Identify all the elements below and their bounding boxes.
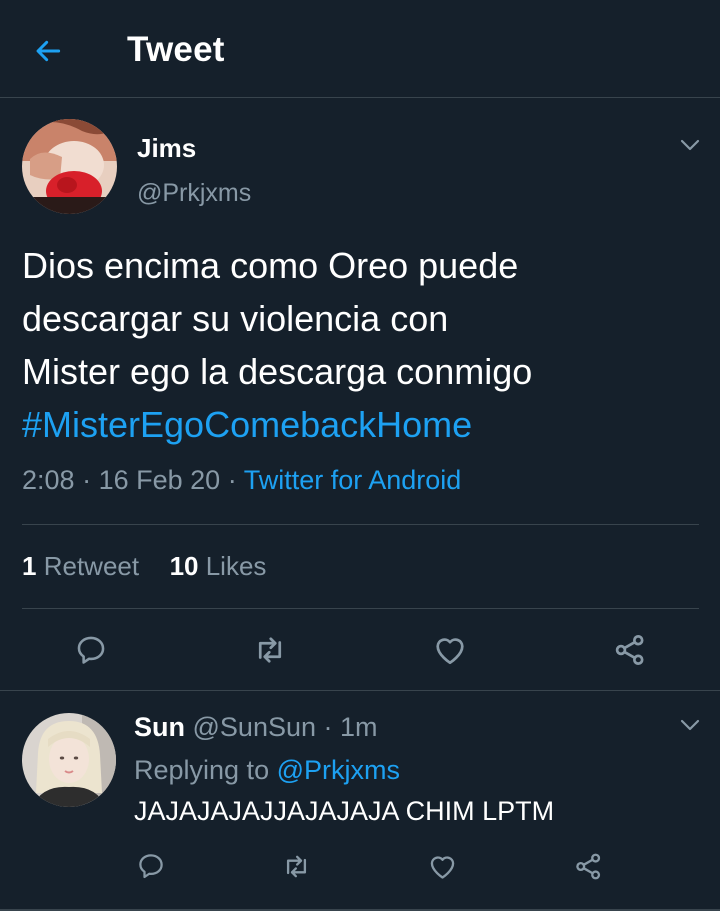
replying-prefix: Replying to xyxy=(134,755,270,785)
like-button[interactable] xyxy=(424,848,460,884)
retweet-button[interactable] xyxy=(249,629,291,671)
retweets-label: Retweet xyxy=(43,551,140,581)
share-icon xyxy=(575,853,600,879)
chevron-down-icon[interactable] xyxy=(679,718,701,732)
author-handle[interactable]: @Prkjxms xyxy=(137,179,251,208)
like-icon xyxy=(436,638,464,665)
share-icon xyxy=(615,635,644,665)
likes-count: 10 xyxy=(169,551,199,581)
top-bar: Tweet xyxy=(0,0,720,98)
tweet-time: 2:08 xyxy=(22,465,75,495)
likes-stat[interactable]: 10 Likes xyxy=(170,551,267,581)
reply-icon xyxy=(139,854,163,879)
author-name[interactable]: Jims xyxy=(137,133,196,164)
retweet-icon xyxy=(286,855,306,877)
reply-tweet[interactable]: Sun @SunSun · 1m Replying to @Prkjxms JA… xyxy=(0,692,720,911)
tweet-text: Dios encima como Oreo puede descargar su… xyxy=(22,239,702,451)
tweet-text-line: Dios encima como Oreo puede xyxy=(22,245,519,286)
reply-text: JAJAJAJAJJAJAJAJA CHIM LPTM xyxy=(134,796,555,826)
divider xyxy=(22,608,699,609)
like-icon xyxy=(430,855,454,879)
share-button[interactable] xyxy=(570,848,606,884)
chevron-down-icon[interactable] xyxy=(679,138,701,152)
retweet-button[interactable] xyxy=(278,848,314,884)
reply-author-name[interactable]: Sun xyxy=(134,712,185,742)
like-button[interactable] xyxy=(429,629,471,671)
reply-author-handle[interactable]: @SunSun xyxy=(193,712,317,742)
page-title: Tweet xyxy=(127,30,225,69)
retweet-icon xyxy=(258,637,282,663)
retweets-count: 1 xyxy=(22,551,37,581)
separator-dot: · xyxy=(227,465,244,495)
divider xyxy=(22,524,699,525)
reply-button[interactable] xyxy=(133,848,169,884)
tweet-date: 16 Feb 20 xyxy=(98,465,221,495)
mention-link[interactable]: @Prkjxms xyxy=(277,755,400,785)
tweet-text-line: Mister ego la descarga conmigo xyxy=(22,351,533,392)
reply-header: Sun @SunSun · 1m xyxy=(134,712,378,743)
reply-button[interactable] xyxy=(70,629,112,671)
author-avatar[interactable] xyxy=(22,119,117,214)
reply-time: 1m xyxy=(340,712,378,742)
back-button[interactable] xyxy=(30,33,66,69)
tweet-text-line: descargar su violencia con xyxy=(22,298,449,339)
separator-dot: · xyxy=(82,465,99,495)
main-tweet[interactable]: Jims @Prkjxms Dios encima como Oreo pued… xyxy=(0,99,720,691)
likes-label: Likes xyxy=(205,551,267,581)
replying-to: Replying to @Prkjxms xyxy=(134,755,400,786)
tweet-source-link[interactable]: Twitter for Android xyxy=(244,465,462,495)
separator-dot: · xyxy=(323,712,341,742)
hashtag-link[interactable]: #MisterEgoComebackHome xyxy=(22,398,702,451)
reply-author-avatar[interactable] xyxy=(22,713,116,807)
retweets-stat[interactable]: 1 Retweet xyxy=(22,551,139,581)
tweet-meta: 2:08 · 16 Feb 20 · Twitter for Android xyxy=(22,465,461,496)
arrow-left-icon xyxy=(36,40,61,62)
tweet-stats: 1 Retweet 10 Likes xyxy=(22,551,266,582)
reply-icon xyxy=(77,636,105,664)
share-button[interactable] xyxy=(609,629,651,671)
